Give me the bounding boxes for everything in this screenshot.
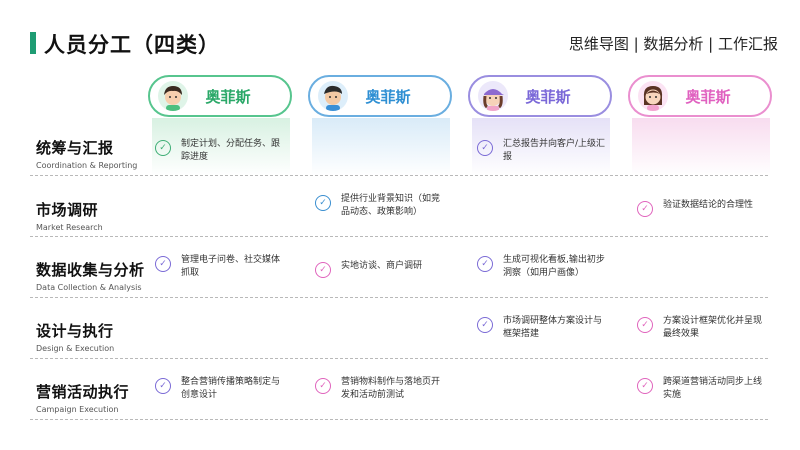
header-subtitle: 思维导图 | 数据分析 | 工作汇报 [568, 35, 778, 53]
task-text: 汇总报告并向客户/上级汇报 [503, 139, 606, 162]
persona-card-4: 奥菲斯 [628, 75, 772, 117]
check-circle-icon: ✓ [315, 195, 331, 211]
task-text: 制定计划、分配任务、跟踪进度 [181, 139, 281, 162]
check-circle-icon: ✓ [155, 256, 171, 272]
check-circle-icon: ✓ [637, 201, 653, 217]
check-circle-icon: ✓ [637, 378, 653, 394]
task-text: 跨渠道营销活动同步上线实施 [663, 377, 763, 400]
row-subtitle: Coordination & Reporting [36, 161, 138, 170]
check-circle-icon: ✓ [477, 317, 493, 333]
task-item: ✓ 实地访谈、商户调研 [315, 260, 446, 278]
task-item: ✓ 跨渠道营销活动同步上线实施 [637, 376, 768, 402]
check-circle-icon: ✓ [155, 378, 171, 394]
task-item: ✓ 提供行业背景知识（如竞品动态、政策影响） [315, 193, 446, 219]
task-item: ✓ 方案设计框架优化并呈现最终效果 [637, 315, 768, 341]
persona-card-3: 奥菲斯 [468, 75, 612, 117]
task-text: 验证数据结论的合理性 [663, 200, 754, 210]
task-text: 提供行业背景知识（如竞品动态、政策影响） [341, 194, 441, 217]
task-item: ✓ 市场调研整体方案设计与框架搭建 [477, 315, 608, 341]
task-text: 生成可视化看板,输出初步洞察（如用户画像） [503, 255, 605, 278]
check-circle-icon: ✓ [477, 140, 493, 156]
persona-name: 奥菲斯 [525, 88, 571, 106]
title-accent-bar [30, 32, 36, 54]
row-title: 数据收集与分析 [36, 261, 145, 279]
row-title: 统筹与汇报 [36, 139, 114, 157]
row-label-design-execution: 设计与执行 Design & Execution [36, 320, 114, 353]
row-subtitle: Campaign Execution [36, 405, 119, 414]
task-text: 市场调研整体方案设计与框架搭建 [503, 316, 603, 339]
row-subtitle: Data Collection & Analysis [36, 283, 142, 292]
task-item: ✓ 制定计划、分配任务、跟踪进度 [155, 138, 286, 164]
task-item: ✓ 营销物料制作与落地页开发和活动前测试 [315, 376, 446, 402]
row-label-coordination: 统筹与汇报 Coordination & Reporting [36, 137, 137, 170]
row-label-market-research: 市场调研 Market Research [36, 199, 103, 232]
row-subtitle: Design & Execution [36, 344, 115, 353]
persona-card-1: 奥菲斯 [148, 75, 292, 117]
persona-card-2: 奥菲斯 [308, 75, 452, 117]
row-divider [30, 358, 768, 359]
persona-name: 奥菲斯 [685, 88, 731, 106]
task-text: 整合营销传播策略制定与创意设计 [181, 377, 281, 400]
row-divider [30, 419, 768, 420]
check-circle-icon: ✓ [477, 256, 493, 272]
task-item: ✓ 生成可视化看板,输出初步洞察（如用户画像） [477, 254, 608, 280]
task-item: ✓ 汇总报告并向客户/上级汇报 [477, 138, 608, 164]
row-divider [30, 297, 768, 298]
column-highlight-blue [312, 118, 450, 176]
row-title: 设计与执行 [36, 322, 114, 340]
check-circle-icon: ✓ [155, 140, 171, 156]
task-item: ✓ 管理电子问卷、社交媒体抓取 [155, 254, 286, 280]
check-circle-icon: ✓ [637, 317, 653, 333]
task-text: 营销物料制作与落地页开发和活动前测试 [341, 377, 441, 400]
row-label-data-collection: 数据收集与分析 Data Collection & Analysis [36, 259, 145, 292]
check-circle-icon: ✓ [315, 262, 331, 278]
task-text: 实地访谈、商户调研 [341, 261, 423, 271]
row-label-campaign: 营销活动执行 Campaign Execution [36, 381, 129, 414]
page-title: 人员分工（四类） [44, 33, 220, 57]
task-item: ✓ 验证数据结论的合理性 [637, 199, 768, 217]
task-text: 方案设计框架优化并呈现最终效果 [663, 316, 763, 339]
row-subtitle: Market Research [36, 223, 103, 232]
task-item: ✓ 整合营销传播策略制定与创意设计 [155, 376, 286, 402]
persona-name: 奥菲斯 [205, 88, 251, 106]
task-text: 管理电子问卷、社交媒体抓取 [181, 255, 281, 278]
row-divider [30, 236, 768, 237]
persona-name: 奥菲斯 [365, 88, 411, 106]
check-circle-icon: ✓ [315, 378, 331, 394]
row-divider [30, 175, 768, 176]
column-highlight-pink [632, 118, 770, 176]
row-title: 营销活动执行 [36, 383, 130, 401]
row-title: 市场调研 [36, 201, 99, 219]
